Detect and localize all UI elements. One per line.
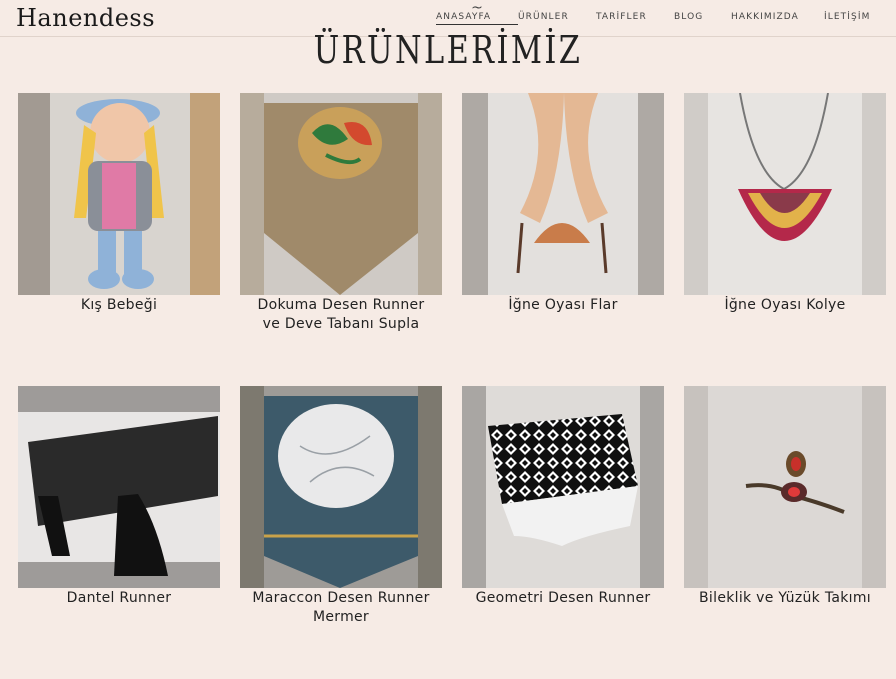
nav-item-tarifler[interactable]: TARİFLER xyxy=(596,12,674,25)
product-card[interactable]: Bileklik ve Yüzük Takımı xyxy=(684,386,886,679)
nav-item-iletisim[interactable]: İLETİŞİM xyxy=(824,12,870,25)
main-nav: ~ ANASAYFA ÜRÜNLER TARİFLER BLOG HAKKIMI… xyxy=(436,0,896,25)
nav-item-label: ANASAYFA xyxy=(436,12,492,22)
product-card[interactable]: Maraccon Desen Runner Mermer xyxy=(240,386,442,679)
product-name[interactable]: Bileklik ve Yüzük Takımı xyxy=(684,589,886,608)
nav-item-urunler[interactable]: ÜRÜNLER xyxy=(518,12,596,25)
product-name[interactable]: Geometri Desen Runner xyxy=(462,589,664,608)
product-name[interactable]: Kış Bebeği xyxy=(18,296,220,315)
product-image-bracelet[interactable] xyxy=(684,386,886,588)
nav-item-blog[interactable]: BLOG xyxy=(674,12,731,25)
product-name[interactable]: Dantel Runner xyxy=(18,589,220,608)
product-image-geometric-runner[interactable] xyxy=(462,386,664,588)
product-card[interactable]: İğne Oyası Flar xyxy=(462,93,664,386)
product-card[interactable]: Kış Bebeği xyxy=(18,93,220,386)
product-card[interactable]: İğne Oyası Kolye xyxy=(684,93,886,386)
product-grid: Kış Bebeği Dokuma Desen Runner ve Deve T… xyxy=(18,93,886,679)
nav-item-hakkimizda[interactable]: HAKKIMIZDA xyxy=(731,12,824,25)
active-tilde-mark: ~ xyxy=(471,0,483,16)
product-name[interactable]: Dokuma Desen Runner ve Deve Tabanı Supla xyxy=(240,296,442,334)
product-card[interactable]: Dantel Runner xyxy=(18,386,220,679)
product-image-marble-runner[interactable] xyxy=(240,386,442,588)
product-card[interactable]: Geometri Desen Runner xyxy=(462,386,664,679)
product-image-necklace[interactable] xyxy=(684,93,886,295)
product-image-lace-runner[interactable] xyxy=(18,386,220,588)
product-image-scarf[interactable] xyxy=(462,93,664,295)
page-title: ÜRÜNLERİMİZ xyxy=(313,28,583,72)
product-name[interactable]: İğne Oyası Flar xyxy=(462,296,664,315)
product-image-doll[interactable] xyxy=(18,93,220,295)
nav-item-anasayfa[interactable]: ~ ANASAYFA xyxy=(436,0,518,25)
product-card[interactable]: Dokuma Desen Runner ve Deve Tabanı Supla xyxy=(240,93,442,386)
product-name[interactable]: İğne Oyası Kolye xyxy=(684,296,886,315)
product-name[interactable]: Maraccon Desen Runner Mermer xyxy=(240,589,442,627)
product-image-woven-runner[interactable] xyxy=(240,93,442,295)
